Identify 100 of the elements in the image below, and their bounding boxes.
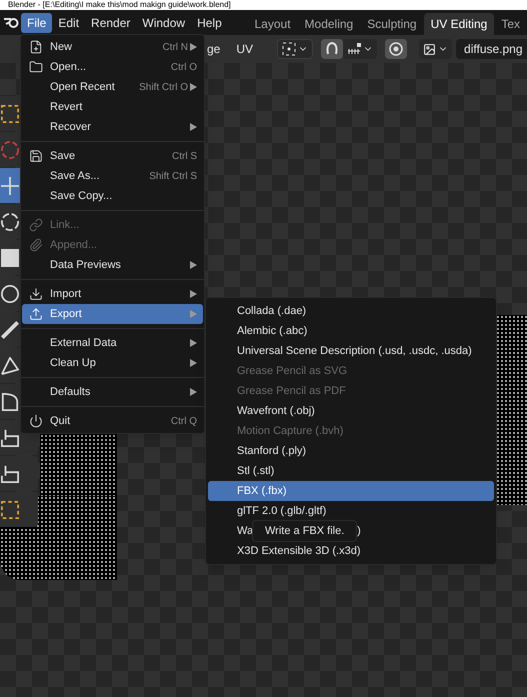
menubar-item[interactable]: Edit xyxy=(52,12,86,32)
uv-menu[interactable]: UV xyxy=(236,40,254,58)
shortcut-label: Ctrl N xyxy=(162,40,188,54)
save-icon xyxy=(29,149,43,163)
target-icon xyxy=(389,42,404,56)
submenu-arrow-icon xyxy=(190,123,197,131)
shortcut-label: Ctrl O xyxy=(170,60,197,74)
tool-icon xyxy=(1,392,19,410)
snap-target-dropdown[interactable] xyxy=(343,39,378,59)
submenu-arrow-icon xyxy=(190,359,197,367)
menu-item-label: Import xyxy=(50,286,82,302)
menu-item-label: Motion Capture (.bvh) xyxy=(237,424,344,439)
menu-item-label: glTF 2.0 (.glb/.gltf) xyxy=(237,504,326,519)
workspace-tab[interactable]: Tex xyxy=(494,13,527,35)
menu-item-label: Recover xyxy=(50,120,91,135)
tool-icon xyxy=(1,248,19,266)
menu-item-label: Collada (.dae) xyxy=(237,304,306,319)
menu-item[interactable]: Stanford (.ply) xyxy=(208,441,494,461)
link-icon xyxy=(29,218,43,232)
menu-item-label: Clean Up xyxy=(50,356,96,371)
tool-icon xyxy=(1,104,19,122)
menu-item-label: External Data xyxy=(50,336,117,351)
menu-item[interactable]: Defaults xyxy=(22,382,203,402)
submenu-arrow-icon xyxy=(190,83,197,91)
shortcut-label: Ctrl S xyxy=(172,150,197,164)
menu-item-label: Open Recent xyxy=(50,80,115,95)
menu-item-label: Export xyxy=(50,306,82,322)
menubar-item[interactable]: File xyxy=(21,12,52,32)
menu-item[interactable]: Revert xyxy=(22,97,203,117)
menu-item[interactable]: Open... Ctrl O xyxy=(22,57,203,77)
workspace-tab[interactable]: Layout xyxy=(248,13,298,35)
menu-item-label: Grease Pencil as PDF xyxy=(237,384,346,399)
snap-toggle[interactable] xyxy=(321,39,344,59)
paperclip-icon xyxy=(29,238,43,252)
proportional-toggle[interactable] xyxy=(385,39,408,59)
pivot-dropdown[interactable] xyxy=(277,39,314,59)
menu-item-label: Quit xyxy=(50,414,70,429)
menu-item[interactable]: Quit Ctrl Q xyxy=(22,411,203,431)
submenu-arrow-icon xyxy=(190,339,197,347)
menu-item[interactable]: glTF 2.0 (.glb/.gltf) xyxy=(208,501,494,521)
menu-item-label: Stl (.stl) xyxy=(237,464,274,479)
menu-item[interactable]: Alembic (.abc) xyxy=(208,321,494,341)
menu-item-label: Grease Pencil as SVG xyxy=(237,364,348,379)
tool-icon xyxy=(1,212,19,230)
tool-button[interactable] xyxy=(0,456,38,491)
workspace-tab[interactable]: Modeling xyxy=(298,13,360,35)
menu-item[interactable]: Export xyxy=(22,304,203,324)
menu-item-label: Data Previews xyxy=(50,258,121,273)
menu-item[interactable]: Import xyxy=(22,284,203,304)
menu-item[interactable]: Clean Up xyxy=(22,353,203,373)
menu-item[interactable]: External Data xyxy=(22,333,203,353)
submenu-arrow-icon xyxy=(190,388,197,396)
tool-icon xyxy=(1,428,19,446)
shortcut-label: Shift Ctrl S xyxy=(149,170,197,184)
submenu-arrow-icon xyxy=(190,261,197,269)
pivot-icon xyxy=(282,42,296,56)
tool-icon xyxy=(1,140,19,158)
menu-item[interactable]: Wavefront (.obj) xyxy=(208,401,494,421)
tool-button[interactable] xyxy=(0,492,38,527)
menubar-item[interactable]: Help xyxy=(191,12,228,32)
folder-icon xyxy=(29,60,43,74)
tool-icon xyxy=(1,500,19,518)
image-name-field[interactable]: diffuse.png xyxy=(456,39,527,59)
menu-item[interactable]: Recover xyxy=(22,117,203,137)
menu-item-label: Revert xyxy=(50,100,82,115)
tool-icon xyxy=(1,284,19,302)
menu-item[interactable]: Collada (.dae) xyxy=(208,301,494,321)
submenu-arrow-icon xyxy=(190,43,197,51)
menu-item[interactable]: Save Copy... xyxy=(22,186,203,206)
view-menu[interactable]: ge xyxy=(207,40,220,58)
menu-item[interactable]: Stl (.stl) xyxy=(208,461,494,481)
menu-item[interactable]: Save As... Shift Ctrl S xyxy=(22,166,203,186)
menu-item[interactable]: Open Recent Shift Ctrl O xyxy=(22,77,203,97)
menu-item-label: ) xyxy=(357,524,361,539)
submenu-arrow-icon xyxy=(190,290,197,298)
tool-icon xyxy=(1,464,19,482)
menu-item-label: Alembic (.abc) xyxy=(237,324,308,339)
menubar-item[interactable]: Window xyxy=(136,12,192,32)
menu-item[interactable]: FBX (.fbx) xyxy=(208,481,494,501)
magnet-icon xyxy=(325,42,340,56)
workspace-tab[interactable]: UV Editing xyxy=(424,13,494,35)
menu-item[interactable]: Data Previews xyxy=(22,255,203,275)
image-browse-dropdown[interactable] xyxy=(419,39,452,59)
menu-item-label: New xyxy=(50,40,72,55)
menubar-item[interactable]: Render xyxy=(85,12,136,32)
menu-item[interactable]: Save Ctrl S xyxy=(22,146,203,166)
menu-item[interactable]: X3D Extensible 3D (.x3d) xyxy=(208,541,494,561)
menu-item-label: Save Copy... xyxy=(50,188,112,204)
tool-icon xyxy=(1,176,19,194)
workspace-tab[interactable]: Sculpting xyxy=(360,13,424,35)
blender-logo-icon xyxy=(4,17,19,28)
menu-item-label: Stanford (.ply) xyxy=(237,444,306,459)
tool-icon xyxy=(1,320,19,338)
menu-item-label: FBX (.fbx) xyxy=(237,484,287,499)
menu-item[interactable]: Universal Scene Description (.usd, .usdc, .usda) xyxy=(208,341,494,361)
menu-item-label: Defaults xyxy=(50,384,90,400)
menu-item[interactable]: New Ctrl N xyxy=(22,37,203,57)
menu-item-label: Save xyxy=(50,148,76,164)
increment-icon xyxy=(347,43,362,55)
menu-item-label: Open... xyxy=(50,60,86,75)
